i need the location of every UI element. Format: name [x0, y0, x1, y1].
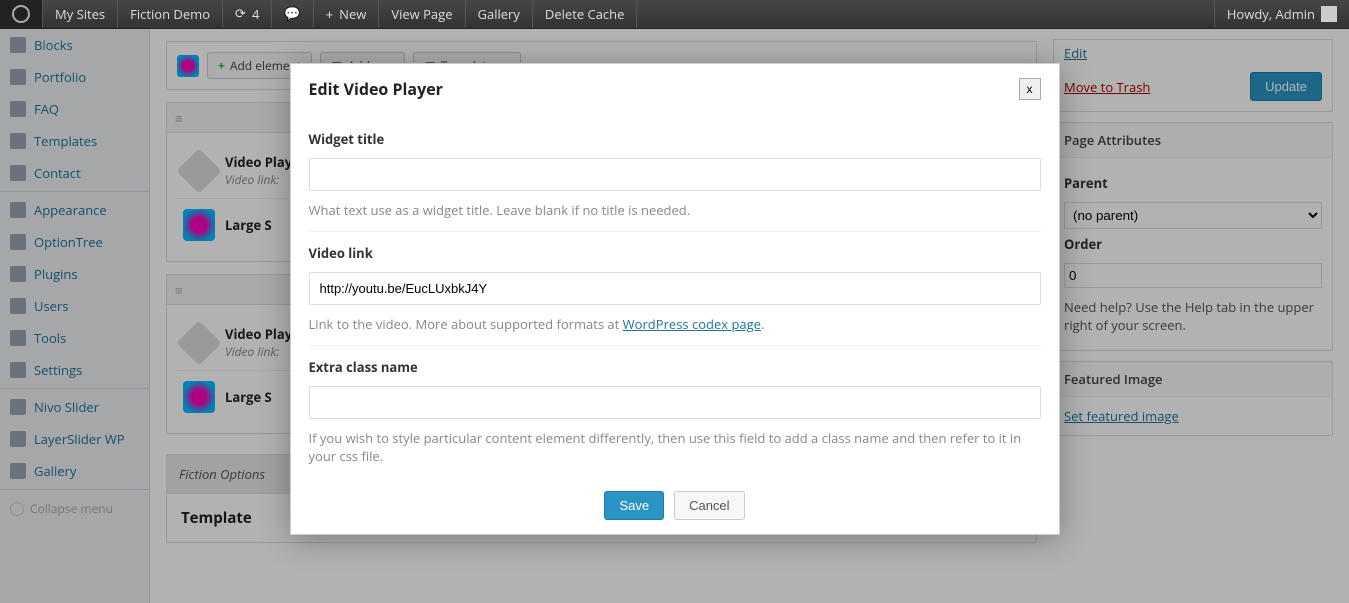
updates-count: 4	[252, 5, 259, 23]
plus-icon: +	[326, 7, 334, 22]
save-button[interactable]: Save	[604, 491, 664, 520]
howdy-label: Howdy, Admin	[1227, 5, 1315, 23]
refresh-icon: ⟳	[235, 6, 246, 22]
modal-title: Edit Video Player	[309, 78, 443, 100]
my-sites-menu[interactable]: My Sites	[43, 0, 118, 28]
extra-class-hint: If you wish to style particular content …	[309, 429, 1041, 465]
account-menu[interactable]: Howdy, Admin	[1214, 0, 1349, 28]
wp-logo[interactable]	[0, 0, 43, 28]
video-link-label: Video link	[309, 244, 1041, 262]
site-name-menu[interactable]: Fiction Demo	[118, 0, 223, 28]
new-label: New	[339, 5, 366, 23]
delete-cache-link[interactable]: Delete Cache	[533, 0, 638, 28]
updates-menu[interactable]: ⟳4	[223, 0, 272, 28]
edit-video-player-modal: Edit Video Player x Widget title What te…	[290, 63, 1060, 535]
close-button[interactable]: x	[1019, 78, 1041, 100]
extra-class-input[interactable]	[309, 386, 1041, 419]
video-link-input[interactable]	[309, 272, 1041, 305]
avatar-icon	[1321, 6, 1337, 22]
comments-menu[interactable]: 💬	[272, 0, 313, 28]
comment-icon: 💬	[284, 6, 300, 22]
widget-title-hint: What text use as a widget title. Leave b…	[309, 201, 1041, 219]
video-link-hint: Link to the video. More about supported …	[309, 315, 1041, 333]
hint-text: .	[761, 315, 764, 333]
wordpress-icon	[12, 5, 30, 23]
gallery-link[interactable]: Gallery	[466, 0, 533, 28]
view-page-link[interactable]: View Page	[379, 0, 465, 28]
admin-bar: My Sites Fiction Demo ⟳4 💬 +New View Pag…	[0, 0, 1349, 29]
new-menu[interactable]: + New	[314, 0, 380, 28]
cancel-button[interactable]: Cancel	[674, 491, 744, 520]
extra-class-label: Extra class name	[309, 358, 1041, 376]
hint-text: Link to the video. More about supported …	[309, 315, 623, 333]
codex-link[interactable]: WordPress codex page	[623, 315, 761, 333]
widget-title-input[interactable]	[309, 158, 1041, 191]
widget-title-label: Widget title	[309, 130, 1041, 148]
